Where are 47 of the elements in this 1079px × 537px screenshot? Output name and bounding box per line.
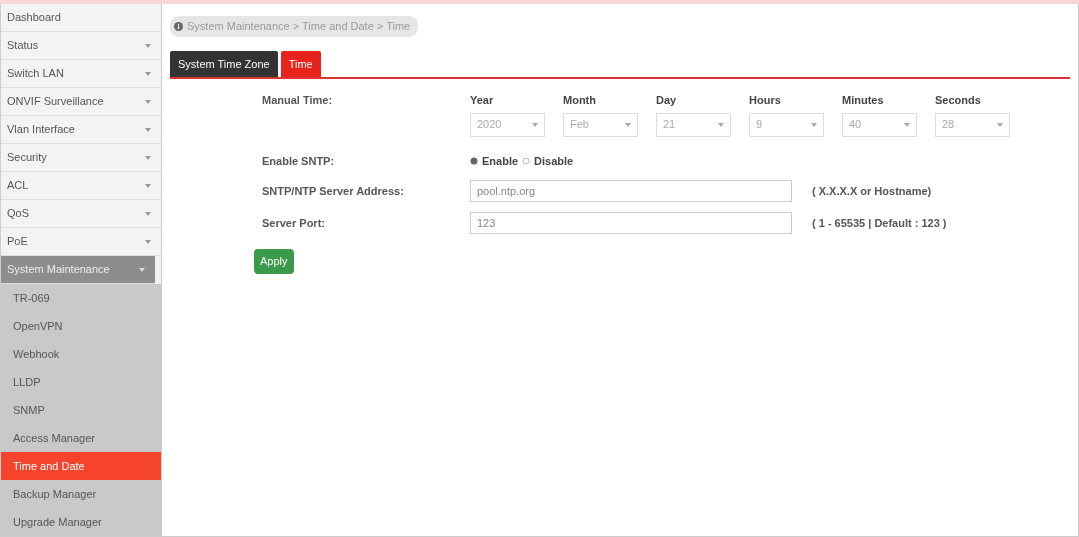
sidebar-subitem[interactable]: Time and Date <box>1 452 161 480</box>
caret-icon <box>997 122 1003 127</box>
field-label: Manual Time: <box>261 93 334 108</box>
server-address-field[interactable]: pool.ntp.org <box>470 180 792 202</box>
sidebar-item[interactable]: QoS <box>1 200 161 228</box>
field-label: Minutes <box>842 93 884 108</box>
caret-icon <box>811 122 817 127</box>
info-icon <box>174 21 183 31</box>
field-label: Server Port: <box>261 215 326 231</box>
sidebar-subitem[interactable]: LLDP <box>1 368 161 396</box>
sidebar-item[interactable]: Security <box>1 144 161 172</box>
caret-icon <box>718 122 724 127</box>
tab[interactable]: Time <box>280 50 321 77</box>
field-label: Month <box>563 93 596 108</box>
sidebar-item[interactable]: Switch LAN <box>1 60 161 88</box>
field-label: Seconds <box>935 93 981 108</box>
field-label: Day <box>656 93 677 108</box>
field-label: Year <box>470 93 494 108</box>
breadcrumb: System Maintenance > Time and Date > Time <box>170 16 419 37</box>
sidebar-item[interactable]: ACL <box>1 172 161 200</box>
sidebar-subitem[interactable]: Backup Manager <box>1 480 161 508</box>
radio-button[interactable] <box>470 156 478 165</box>
sidebar-subitem[interactable]: TR-069 <box>1 284 161 312</box>
sidebar-item[interactable]: Status <box>1 32 161 60</box>
sidebar-item[interactable]: Dashboard <box>1 4 161 32</box>
radio-button[interactable] <box>522 156 531 165</box>
hint-text: ( 1 - 65535 | Default : 123 ) <box>812 215 947 231</box>
sidebar-subitem[interactable]: OpenVPN <box>1 312 161 340</box>
sidebar-subitem[interactable]: Webhook <box>1 340 161 368</box>
hint-text: ( X.X.X.X or Hostname) <box>812 183 932 199</box>
sidebar-subitem[interactable]: Upgrade Manager <box>1 508 161 536</box>
caret-icon <box>625 122 631 127</box>
sidebar-subitem[interactable]: Access Manager <box>1 424 161 452</box>
caret-icon <box>904 122 910 127</box>
apply-button[interactable]: Apply <box>254 249 294 274</box>
sidebar-item[interactable]: ONVIF Surveillance <box>1 88 161 116</box>
sidebar-item[interactable]: System Maintenance <box>1 256 155 284</box>
radio-label[interactable]: Disable <box>534 152 574 169</box>
sidebar-item[interactable]: Vlan Interface <box>1 116 161 144</box>
field-label: Hours <box>749 93 781 108</box>
radio-label[interactable]: Enable <box>482 152 519 169</box>
caret-icon <box>532 122 538 127</box>
field-label: SNTP/NTP Server Address: <box>261 183 405 199</box>
tab[interactable]: System Time Zone <box>170 50 278 77</box>
field-label: Enable SNTP: <box>261 153 336 169</box>
server-port-field[interactable]: 123 <box>470 212 792 234</box>
sidebar-subitem[interactable]: SNMP <box>1 396 161 424</box>
